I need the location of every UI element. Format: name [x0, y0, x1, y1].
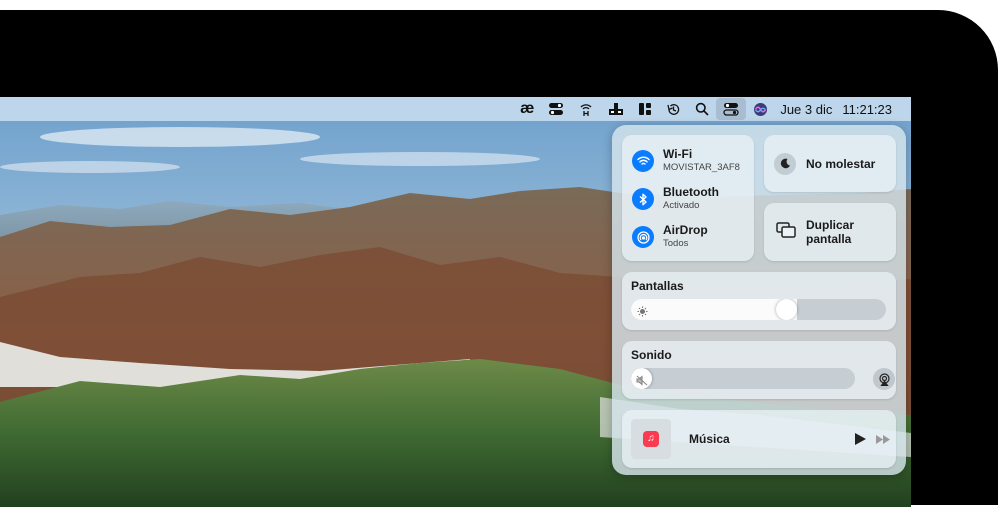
airplay-audio-icon — [878, 372, 890, 386]
wifi-row[interactable]: Wi-Fi MOVISTAR_3AF8 — [632, 148, 740, 174]
search-icon[interactable] — [688, 97, 716, 121]
sun-icon — [637, 304, 648, 320]
screen-mirroring-label: Duplicar pantalla — [806, 218, 855, 246]
toggle-switch-icon[interactable] — [541, 97, 571, 121]
bluetooth-icon[interactable] — [632, 188, 654, 210]
siri-icon[interactable] — [746, 97, 775, 121]
sound-tile: Sonido — [622, 341, 896, 399]
brightness-slider-knob[interactable] — [776, 299, 797, 320]
do-not-disturb-tile[interactable]: No molestar — [764, 135, 896, 192]
control-center-panel: Wi-Fi MOVISTAR_3AF8 Bluetooth Activado A… — [612, 125, 906, 475]
wifi-title: Wi-Fi — [663, 147, 693, 161]
fast-forward-button[interactable] — [875, 434, 891, 445]
bluetooth-row[interactable]: Bluetooth Activado — [632, 186, 719, 212]
brightness-fill — [631, 299, 797, 320]
time-machine-icon[interactable] — [659, 97, 688, 121]
moon-icon — [774, 152, 796, 175]
airdrop-row[interactable]: AirDrop Todos — [632, 224, 708, 250]
display-title: Pantallas — [631, 279, 684, 293]
dock-icon[interactable] — [601, 97, 631, 121]
window-layout-icon[interactable] — [631, 97, 659, 121]
play-button[interactable] — [853, 432, 867, 446]
album-art: ♫ — [631, 419, 671, 459]
airdrop-status: Todos — [663, 238, 689, 249]
network-tile: Wi-Fi MOVISTAR_3AF8 Bluetooth Activado A… — [622, 135, 754, 261]
now-playing-tile[interactable]: ♫ Música — [622, 410, 896, 468]
menubar-date[interactable]: Jue 3 dic — [775, 102, 837, 117]
menu-bar: æ Jue 3 dic 11:21:23 — [0, 97, 911, 121]
bluetooth-status: Activado — [663, 200, 700, 211]
music-note-icon: ♫ — [643, 431, 659, 447]
volume-slider[interactable] — [631, 368, 855, 389]
wifi-icon[interactable] — [632, 150, 654, 172]
hotspot-icon[interactable] — [571, 97, 601, 121]
ae-app-icon[interactable]: æ — [513, 97, 541, 121]
brightness-slider[interactable] — [631, 299, 886, 320]
now-playing-label: Música — [689, 432, 730, 446]
bluetooth-title: Bluetooth — [663, 185, 719, 199]
screen-mirroring-tile[interactable]: Duplicar pantalla — [764, 203, 896, 261]
wifi-network-name: MOVISTAR_3AF8 — [663, 162, 740, 173]
menubar-time[interactable]: 11:21:23 — [837, 102, 897, 117]
display-tile: Pantallas — [622, 272, 896, 330]
sound-title: Sonido — [631, 348, 672, 362]
do-not-disturb-label: No molestar — [806, 156, 876, 171]
speaker-muted-icon — [636, 373, 648, 389]
airplay-audio-button[interactable] — [873, 368, 895, 390]
airdrop-title: AirDrop — [663, 223, 708, 237]
screen-mirroring-icon — [776, 221, 796, 243]
control-center-icon[interactable] — [716, 98, 747, 120]
screen: æ Jue 3 dic 11:21:23 Wi-Fi MOVISTAR_3AF8… — [0, 97, 911, 507]
airdrop-icon[interactable] — [632, 226, 654, 248]
